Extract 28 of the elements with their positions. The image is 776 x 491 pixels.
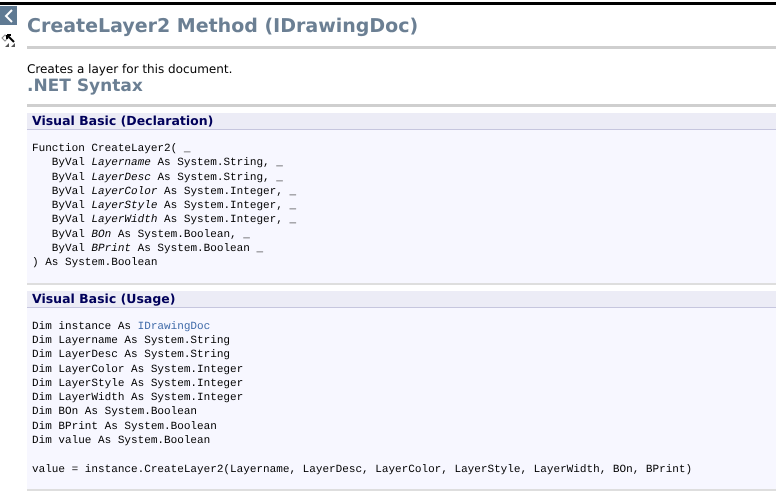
- type-link[interactable]: IDrawingDoc: [138, 320, 210, 333]
- code-line: value = instance.CreateLayer2(Layername, LayerDesc, LayerColor, LayerStyle, LayerWidth, BOn, BPrint): [32, 464, 692, 476]
- code-line: ) As System.Boolean: [32, 257, 158, 270]
- code-line: Dim instance As: [32, 320, 132, 333]
- description-text: Creates a layer for this document.: [27, 62, 234, 76]
- sync-toc-icon[interactable]: [1, 32, 17, 48]
- code-line: Dim LayerStyle As System.Integer: [32, 378, 244, 390]
- code-line: Function CreateLayer2( _: [32, 143, 190, 155]
- chevron-left-icon: [4, 8, 14, 22]
- code-section-header: Visual Basic (Declaration): [27, 113, 776, 130]
- back-button[interactable]: [0, 6, 17, 25]
- code-line: Dim BPrint As System.Boolean: [32, 420, 217, 433]
- code-line: Dim LayerWidth As System.Integer: [32, 392, 244, 404]
- code-line: ByVal LayerStyle As System.Integer, _: [50, 200, 296, 212]
- code-line: ByVal LayerColor As System.Integer, _: [50, 186, 296, 198]
- code-line: ByVal LayerWidth As System.Integer, _: [50, 214, 296, 226]
- code-line: ByVal LayerDesc As System.String, _: [50, 172, 283, 184]
- code-section-header: Visual Basic (Usage): [27, 290, 776, 308]
- code-line: ByVal BOn As System.Boolean, _: [50, 228, 250, 241]
- code-line: ByVal BPrint As System.Boolean _: [50, 243, 264, 256]
- code-line: ByVal Layername As System.String, _: [50, 157, 283, 170]
- code-line: Dim LayerDesc As System.String: [32, 349, 230, 362]
- page-title: CreateLayer2 Method (IDrawingDoc): [27, 14, 420, 38]
- code-line: Dim value As System.Boolean: [32, 435, 210, 448]
- code-line: Dim LayerColor As System.Integer: [32, 364, 244, 376]
- code-line: Dim BOn As System.Boolean: [32, 406, 198, 418]
- code-line: Dim Layername As System.String: [32, 334, 230, 347]
- section-heading: .NET Syntax: [27, 76, 144, 96]
